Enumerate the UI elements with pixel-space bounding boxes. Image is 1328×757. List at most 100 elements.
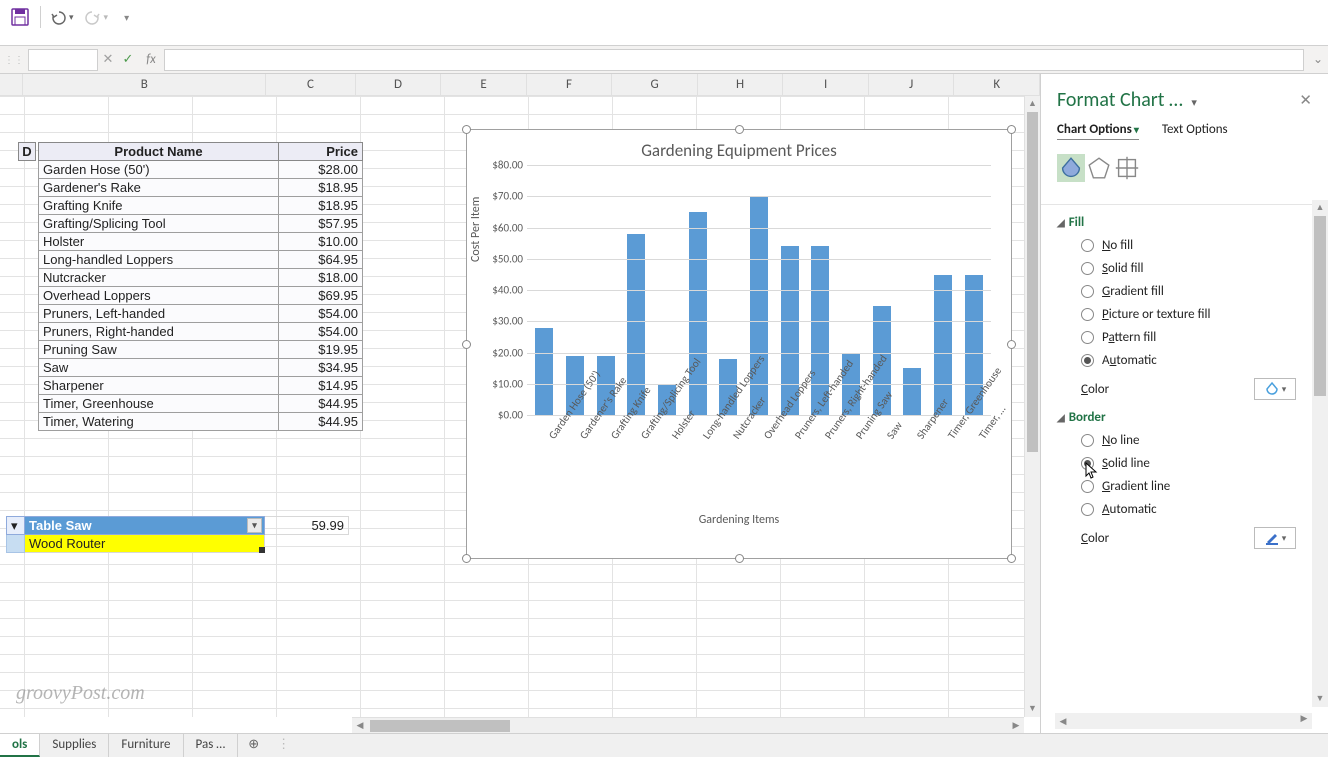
resize-handle[interactable] [1007, 554, 1016, 563]
col-header[interactable]: C [266, 74, 355, 95]
save-button[interactable] [6, 4, 34, 30]
table-cell[interactable]: $19.95 [279, 341, 363, 359]
border-color-picker[interactable]: ▾ [1254, 527, 1296, 549]
sheet-tab[interactable]: Pas … [184, 734, 239, 757]
insert-function-button[interactable]: fx [138, 52, 164, 67]
table-cell[interactable]: $57.95 [279, 215, 363, 233]
undo-button[interactable]: ▾ [45, 4, 78, 30]
col-header[interactable]: I [783, 74, 869, 95]
undo-dropdown[interactable]: ▾ [69, 12, 74, 23]
cancel-icon[interactable]: ✕ [98, 52, 118, 67]
row-header[interactable] [7, 535, 25, 553]
chart-object[interactable]: Gardening Equipment Prices Cost Per Item… [466, 129, 1012, 559]
name-box[interactable] [28, 49, 98, 71]
vertical-scrollbar[interactable]: ▲ ▼ [1024, 96, 1040, 717]
radio-pattern-fill[interactable]: Pattern fill [1041, 326, 1312, 349]
table-cell[interactable]: Pruners, Right-handed [39, 323, 279, 341]
table-cell[interactable]: $34.95 [279, 359, 363, 377]
scroll-up-icon[interactable]: ▲ [1025, 96, 1040, 112]
col-header[interactable]: E [441, 74, 527, 95]
expand-formula-bar[interactable]: ⌄ [1308, 52, 1328, 67]
tab-grip[interactable]: ⋮ [269, 734, 298, 757]
product-table[interactable]: Product Name Price Garden Hose (50')$28.… [38, 142, 363, 431]
scroll-down-icon[interactable]: ▼ [1312, 691, 1328, 707]
mini-row-name[interactable]: Wood Router [25, 535, 265, 553]
tab-text-options[interactable]: Text Options [1162, 122, 1228, 137]
col-header[interactable]: D [356, 74, 442, 95]
radio-auto-line[interactable]: Automatic [1041, 498, 1312, 521]
table-cell[interactable]: $10.00 [279, 233, 363, 251]
radio-solid-line[interactable]: Solid line [1041, 452, 1312, 475]
section-fill[interactable]: ◢Fill [1041, 211, 1312, 234]
chart-bar[interactable] [903, 368, 921, 415]
radio-no-fill[interactable]: No fill [1041, 234, 1312, 257]
radio-auto-fill[interactable]: Automatic [1041, 349, 1312, 372]
fill-color-picker[interactable]: ▾ [1254, 378, 1296, 400]
resize-handle[interactable] [462, 125, 471, 134]
new-sheet-button[interactable]: ⊕ [238, 734, 269, 757]
scroll-right-icon[interactable]: ▶ [1296, 713, 1312, 724]
resize-handle[interactable] [735, 554, 744, 563]
table-cell[interactable]: $44.95 [279, 395, 363, 413]
spreadsheet-area[interactable]: B C D E F G H I J K D Product Name Price… [0, 74, 1040, 733]
table-cell[interactable]: $18.00 [279, 269, 363, 287]
col-header[interactable]: F [527, 74, 613, 95]
table-header-name[interactable]: Product Name [39, 143, 279, 161]
table-cell[interactable]: $69.95 [279, 287, 363, 305]
close-icon[interactable]: ✕ [1299, 91, 1312, 110]
table-cell[interactable]: Timer, Greenhouse [39, 395, 279, 413]
radio-no-line[interactable]: No line [1041, 429, 1312, 452]
mini-row-name[interactable]: Table Saw ▾ [25, 517, 265, 535]
resize-handle[interactable] [735, 125, 744, 134]
scroll-up-icon[interactable]: ▲ [1312, 200, 1328, 216]
radio-gradient-line[interactable]: Gradient line [1041, 475, 1312, 498]
col-header[interactable]: K [954, 74, 1040, 95]
tab-chart-options[interactable]: Chart Options▾ [1057, 122, 1139, 140]
scroll-right-icon[interactable]: ▶ [1008, 720, 1024, 731]
panel-vertical-scrollbar[interactable]: ▲ ▼ [1312, 200, 1328, 707]
section-border[interactable]: ◢Border [1041, 406, 1312, 429]
table-cell[interactable]: Garden Hose (50') [39, 161, 279, 179]
scroll-left-icon[interactable]: ◀ [352, 720, 368, 731]
table-cell[interactable]: Grafting Knife [39, 197, 279, 215]
fill-line-icon[interactable] [1057, 154, 1085, 182]
table-cell[interactable]: Pruning Saw [39, 341, 279, 359]
sheet-tab[interactable]: ols [0, 734, 40, 757]
table-cell[interactable]: Sharpener [39, 377, 279, 395]
table-cell[interactable]: $54.00 [279, 323, 363, 341]
effects-icon[interactable] [1085, 154, 1113, 182]
redo-button[interactable]: ▾ [80, 4, 113, 30]
chart-bar[interactable] [535, 328, 553, 416]
filter-button[interactable]: ▾ [7, 517, 25, 535]
resize-handle[interactable] [462, 554, 471, 563]
table-cell[interactable]: Nutcracker [39, 269, 279, 287]
chart-title[interactable]: Gardening Equipment Prices [467, 130, 1011, 165]
radio-picture-fill[interactable]: Picture or texture fill [1041, 303, 1312, 326]
panel-title-dropdown[interactable]: ▾ [1191, 96, 1197, 109]
table-cell[interactable]: Grafting/Splicing Tool [39, 215, 279, 233]
table-cell[interactable]: Saw [39, 359, 279, 377]
table-cell[interactable]: $54.00 [279, 305, 363, 323]
table-cell[interactable]: $18.95 [279, 179, 363, 197]
table-cell[interactable]: $28.00 [279, 161, 363, 179]
table-cell[interactable]: Holster [39, 233, 279, 251]
table-cell[interactable]: Long-handled Loppers [39, 251, 279, 269]
radio-gradient-fill[interactable]: Gradient fill [1041, 280, 1312, 303]
table-cell[interactable]: $44.95 [279, 413, 363, 431]
resize-handle[interactable] [462, 340, 471, 349]
col-header[interactable]: H [698, 74, 784, 95]
table-cell[interactable]: $18.95 [279, 197, 363, 215]
size-properties-icon[interactable] [1113, 154, 1141, 182]
table-header-price[interactable]: Price [279, 143, 363, 161]
col-header[interactable]: J [869, 74, 955, 95]
chart-bar[interactable] [750, 196, 768, 415]
mini-row-price[interactable]: 59.99 [265, 517, 349, 535]
formula-bar-grip[interactable]: ⋮⋮ [0, 53, 28, 66]
resize-handle[interactable] [1007, 125, 1016, 134]
qat-customize[interactable]: ▾ [120, 4, 133, 30]
scroll-thumb[interactable] [1314, 216, 1326, 396]
table-cell[interactable]: Overhead Loppers [39, 287, 279, 305]
table-cell[interactable]: Pruners, Left-handed [39, 305, 279, 323]
col-header[interactable]: G [612, 74, 698, 95]
sheet-tab[interactable]: Supplies [40, 734, 109, 757]
